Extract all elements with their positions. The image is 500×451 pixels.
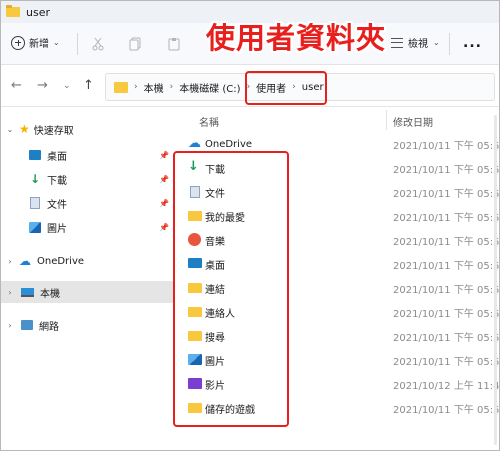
view-button-label: 檢視 (408, 39, 428, 50)
cut-icon[interactable] (91, 37, 105, 51)
item-date: 2021/10/11 下午 05:55 (393, 284, 500, 296)
sidebar-item-label: 文件 (47, 199, 67, 211)
file-explorer-window: user 新增 ⌄ 檢視 ⌄ ... 使用者資料夾 ← → ⌄ ↑ › 本機 ›… (0, 0, 500, 451)
sidebar-item-label: 圖片 (47, 223, 67, 235)
item-date: 2021/10/11 下午 05:55 (393, 212, 500, 224)
item-date: 2021/10/11 下午 05:55 (393, 260, 500, 272)
address-highlight-box (245, 71, 327, 105)
item-date: 2021/10/12 上午 11:45 (393, 380, 500, 392)
star-icon: ★ (19, 122, 30, 136)
chevron-right-icon: › (8, 287, 12, 297)
sidebar-item-label: 下載 (47, 175, 67, 187)
column-header-name[interactable]: 名稱 (199, 114, 219, 129)
sidebar-item-downloads[interactable]: ↓ 下載 📌 (1, 168, 173, 190)
item-date: 2021/10/11 下午 05:56 (393, 332, 500, 344)
sidebar-item-desktop[interactable]: 桌面 📌 (1, 144, 173, 166)
navigation-pane: ⌄ ★ 快速存取 桌面 📌 ↓ 下載 📌 文件 📌 圖片 📌 › ☁ OneDr… (1, 108, 173, 450)
sidebar-item-onedrive[interactable]: › ☁ OneDrive (1, 250, 173, 272)
paste-icon[interactable] (167, 37, 181, 51)
back-arrow-icon[interactable]: ← (11, 78, 22, 93)
chevron-right-icon: › (8, 256, 12, 266)
sidebar-item-label: 桌面 (47, 151, 67, 163)
folder-icon (114, 81, 128, 93)
folder-icon (6, 5, 20, 17)
item-date: 2021/10/11 下午 05:55 (393, 140, 500, 152)
plus-icon (11, 35, 25, 50)
recent-chevron-icon[interactable]: ⌄ (63, 81, 71, 91)
chevron-right-icon: › (169, 82, 174, 92)
folders-highlight-box (173, 151, 289, 427)
window-title: user (26, 5, 50, 19)
sidebar-item-label: 網路 (39, 321, 59, 333)
chevron-down-icon: ⌄ (433, 38, 440, 47)
document-icon (30, 197, 40, 209)
up-arrow-icon[interactable]: ↑ (83, 78, 94, 93)
item-date: 2021/10/11 下午 05:55 (393, 188, 500, 200)
breadcrumb-local-disk[interactable]: 本機磁碟 (C:) (179, 80, 240, 95)
pin-icon[interactable]: 📌 (159, 175, 169, 184)
item-name: OneDrive (205, 138, 253, 150)
network-icon (21, 320, 33, 330)
annotation-heading: 使用者資料夾 (206, 21, 387, 55)
column-header-date[interactable]: 修改日期 (393, 114, 433, 129)
more-options-button[interactable]: ... (463, 35, 482, 51)
sidebar-item-label: OneDrive (37, 255, 85, 267)
new-button-label: 新增 (29, 39, 49, 50)
chevron-down-icon: ⌄ (6, 124, 14, 134)
chevron-right-icon: › (134, 82, 138, 92)
pin-icon[interactable]: 📌 (159, 223, 169, 232)
new-button[interactable]: 新增 ⌄ (11, 35, 60, 50)
item-date: 2021/10/11 下午 05:55 (393, 164, 500, 176)
cloud-icon: ☁ (19, 254, 31, 268)
pin-icon[interactable]: 📌 (159, 199, 169, 208)
pin-icon[interactable]: 📌 (159, 151, 169, 160)
chevron-down-icon: ⌄ (53, 38, 60, 47)
item-date: 2021/10/11 下午 05:55 (393, 404, 500, 416)
sidebar-item-label: 快速存取 (33, 125, 74, 137)
column-divider[interactable] (386, 110, 387, 130)
toolbar-divider (77, 33, 78, 55)
copy-icon[interactable] (129, 37, 143, 51)
item-date: 2021/10/11 下午 05:55 (393, 308, 500, 320)
sidebar-item-pictures[interactable]: 圖片 📌 (1, 216, 173, 238)
scrollbar[interactable] (494, 115, 497, 445)
view-icon (391, 37, 403, 48)
desktop-icon (29, 150, 41, 160)
sidebar-item-this-pc[interactable]: › 本機 (1, 281, 173, 303)
pictures-icon (29, 221, 41, 233)
forward-arrow-icon[interactable]: → (37, 78, 48, 93)
sidebar-item-network[interactable]: › 網路 (1, 314, 173, 336)
computer-icon (21, 287, 34, 297)
breadcrumb-this-pc[interactable]: 本機 (144, 80, 164, 95)
sidebar-item-label: 本機 (40, 288, 60, 300)
cloud-icon: ☁ (188, 136, 201, 151)
toolbar-divider (449, 33, 450, 55)
sidebar-item-quick-access[interactable]: ⌄ ★ 快速存取 (1, 118, 173, 140)
sidebar-item-documents[interactable]: 文件 📌 (1, 192, 173, 214)
item-date: 2021/10/11 下午 05:55 (393, 356, 500, 368)
item-date: 2021/10/11 下午 05:55 (393, 236, 500, 248)
view-button[interactable]: 檢視 ⌄ (391, 35, 440, 50)
chevron-right-icon: › (8, 320, 12, 330)
download-icon: ↓ (29, 172, 41, 186)
